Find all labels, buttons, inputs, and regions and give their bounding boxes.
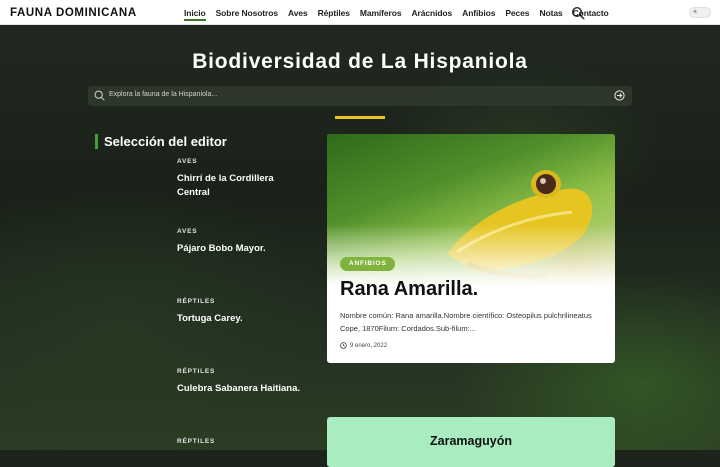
search-icon [94, 90, 105, 101]
feature-excerpt: Nombre común: Rana amarilla.Nombre cient… [340, 311, 592, 333]
site-header: FAUNA DOMINICANA Inicio Sobre Nosotros A… [0, 0, 720, 25]
category-badge[interactable]: ANFIBIOS [340, 257, 396, 271]
list-item[interactable]: RÉPTILES Tortuga Carey. [177, 298, 307, 326]
theme-toggle[interactable]: ☀ [689, 7, 711, 18]
pick-category[interactable]: AVES [177, 228, 307, 235]
post-card[interactable]: Zaramaguyón [327, 417, 615, 467]
editor-section-title: Selección del editor [95, 134, 227, 149]
feature-title[interactable]: Rana Amarilla. [340, 278, 478, 301]
nav-item-aracnidos[interactable]: Arácnidos [411, 0, 452, 18]
nav-item-peces[interactable]: Peces [505, 0, 529, 18]
post-card-title[interactable]: Zaramaguyón [327, 434, 615, 448]
pick-category[interactable]: RÉPTILES [177, 438, 307, 445]
sun-icon: ☀ [692, 9, 699, 16]
feature-card[interactable]: ANFIBIOS Rana Amarilla. Nombre común: Ra… [327, 134, 615, 363]
nav-item-anfibios[interactable]: Anfibios [462, 0, 495, 18]
search-input[interactable]: Explora la fauna de la Hispaniola... [109, 91, 217, 98]
page-title: Biodiversidad de La Hispaniola [192, 50, 528, 73]
accent-divider [335, 116, 385, 119]
pick-category[interactable]: RÉPTILES [177, 298, 307, 305]
list-item[interactable]: AVES Chirrí de la Cordillera Central [177, 158, 307, 200]
list-item[interactable]: AVES Pájaro Bobo Mayor. [177, 228, 307, 256]
pick-title[interactable]: Tortuga Carey. [177, 312, 307, 326]
arrow-right-circle-icon[interactable] [614, 90, 625, 101]
pick-title[interactable]: Culebra Sabanera Haitiana. [177, 382, 307, 396]
pick-category[interactable]: RÉPTILES [177, 368, 307, 375]
clock-icon [340, 342, 347, 349]
hero-search-bar[interactable]: Explora la fauna de la Hispaniola... [88, 86, 632, 106]
site-logo[interactable]: FAUNA DOMINICANA [10, 7, 137, 19]
nav-item-inicio[interactable]: Inicio [184, 0, 206, 21]
date-text: 9 enero, 2022 [350, 342, 388, 349]
feature-date: 9 enero, 2022 [340, 342, 387, 349]
list-item[interactable]: RÉPTILES Culebra Sabanera Haitiana. [177, 368, 307, 396]
nav-item-notas[interactable]: Notas [539, 0, 562, 18]
nav-item-mamiferos[interactable]: Mamíferos [360, 0, 402, 18]
search-icon[interactable] [571, 6, 585, 20]
pick-category[interactable]: AVES [177, 158, 307, 165]
nav-item-reptiles[interactable]: Réptiles [318, 0, 350, 18]
nav-item-aves[interactable]: Aves [288, 0, 308, 18]
main-nav: Inicio Sobre Nosotros Aves Réptiles Mamí… [184, 0, 619, 25]
nav-item-sobre-nosotros[interactable]: Sobre Nosotros [216, 0, 278, 18]
pick-title[interactable]: Pájaro Bobo Mayor. [177, 242, 307, 256]
pick-title[interactable]: Chirrí de la Cordillera Central [177, 172, 307, 200]
